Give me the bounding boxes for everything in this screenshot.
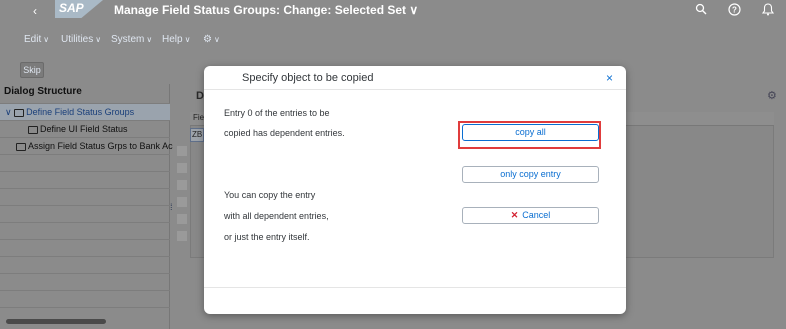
row-selector[interactable]: [177, 214, 187, 224]
dialog-message-line: or just the entry itself.: [224, 232, 310, 242]
folder-icon: [16, 142, 26, 151]
dialog-message-line: copied has dependent entries.: [224, 128, 345, 138]
chevron-down-icon: ∨: [213, 35, 220, 44]
folder-icon: [28, 125, 38, 134]
chevron-down-icon: ∨: [43, 35, 50, 44]
help-icon[interactable]: ?: [726, 3, 742, 19]
cancel-button-label: Cancel: [522, 210, 551, 220]
menu-utilities-label: Utilities: [61, 34, 94, 45]
shell-bar: ‹ SAP Manage Field Status Groups: Change…: [0, 0, 786, 24]
menu-bar: Edit ∨ Utilities ∨ System ∨ Help ∨ ⚙ ∨: [0, 24, 786, 56]
chevron-down-icon: ∨: [146, 35, 153, 44]
tree-node-label: Assign Field Status Grps to Bank Ac: [16, 141, 173, 151]
svg-text:?: ?: [732, 6, 737, 15]
dialog-message-line: Entry 0 of the entries to be: [224, 108, 330, 118]
menu-help[interactable]: Help ∨: [162, 34, 190, 45]
tree-empty-row: [0, 206, 170, 223]
search-icon[interactable]: [693, 3, 709, 19]
copy-dialog: Specify object to be copied × Entry 0 of…: [204, 66, 626, 314]
tree-empty-row: [0, 189, 170, 206]
cancel-button[interactable]: ✕ Cancel: [462, 207, 599, 224]
tree-node-assign-bank[interactable]: Assign Field Status Grps to Bank Ac: [0, 138, 173, 155]
row-selector[interactable]: [177, 163, 187, 173]
table-settings-icon[interactable]: ⚙: [767, 89, 777, 102]
tree-node-label: ∨ Define Field Status Groups: [5, 107, 134, 118]
sap-logo: SAP: [55, 0, 103, 18]
sap-logo-text: SAP: [59, 1, 84, 15]
tree-empty-row: [0, 274, 170, 291]
dialog-structure-pane: Dialog Structure ∨ Define Field Status G…: [0, 84, 173, 329]
tree-empty-row: [0, 223, 170, 240]
tree-empty-row: [0, 257, 170, 274]
horizontal-scrollbar[interactable]: [6, 319, 106, 324]
menu-system[interactable]: System ∨: [111, 34, 152, 45]
dialog-divider: [204, 89, 626, 90]
row-selector[interactable]: [177, 197, 187, 207]
expand-chevron-icon[interactable]: ∨: [5, 107, 12, 117]
menu-edit[interactable]: Edit ∨: [24, 34, 49, 45]
dialog-message-line: You can copy the entry: [224, 190, 316, 200]
tree-empty-row: [0, 291, 170, 308]
dialog-title: Specify object to be copied: [242, 72, 374, 84]
tree-node-label: Define UI Field Status: [28, 124, 128, 134]
splitter-handle-icon[interactable]: ⁞: [170, 202, 173, 212]
close-icon[interactable]: ×: [606, 71, 613, 85]
settings-gear-icon: ⚙: [203, 34, 212, 45]
tree-header-row: Dialog Structure: [0, 84, 170, 104]
app-title[interactable]: Manage Field Status Groups: Change: Sele…: [114, 3, 418, 17]
menu-settings[interactable]: ⚙ ∨: [203, 34, 220, 45]
notification-bell-icon[interactable]: [760, 3, 776, 19]
dialog-footer-divider: [204, 287, 626, 288]
tree-node-text: Define Field Status Groups: [26, 107, 135, 117]
tree-empty-row: [0, 155, 170, 172]
column-header[interactable]: Fie: [193, 113, 204, 122]
tree-empty-row: [0, 240, 170, 257]
tree-empty-row: [0, 172, 170, 189]
only-copy-entry-button[interactable]: only copy entry: [462, 166, 599, 183]
row-selector[interactable]: [177, 231, 187, 241]
tree-node-text: Assign Field Status Grps to Bank Ac: [28, 141, 173, 151]
menu-system-label: System: [111, 34, 145, 45]
tree-node-field-status-groups[interactable]: ∨ Define Field Status Groups: [0, 104, 170, 121]
cancel-icon: ✕: [510, 210, 519, 220]
chevron-down-icon: ∨: [95, 35, 102, 44]
title-chevron-icon: ∨: [409, 3, 419, 17]
row-selector[interactable]: [177, 146, 187, 156]
skip-button[interactable]: Skip: [20, 62, 44, 78]
copy-all-highlight-box: [458, 121, 601, 149]
tree-node-ui-field-status[interactable]: Define UI Field Status: [0, 121, 170, 138]
tree-node-text: Define UI Field Status: [40, 124, 128, 134]
chevron-down-icon: ∨: [184, 35, 191, 44]
row-selector[interactable]: [177, 180, 187, 190]
menu-edit-label: Edit: [24, 34, 42, 45]
tree-header: Dialog Structure: [4, 86, 82, 97]
folder-open-icon: [14, 108, 25, 117]
dialog-message-line: with all dependent entries,: [224, 211, 329, 221]
menu-help-label: Help: [162, 34, 183, 45]
table-cell[interactable]: ZB: [190, 128, 204, 142]
app-title-text: Manage Field Status Groups: Change: Sele…: [114, 3, 407, 17]
menu-utilities[interactable]: Utilities ∨: [61, 34, 101, 45]
back-icon[interactable]: ‹: [27, 2, 43, 20]
